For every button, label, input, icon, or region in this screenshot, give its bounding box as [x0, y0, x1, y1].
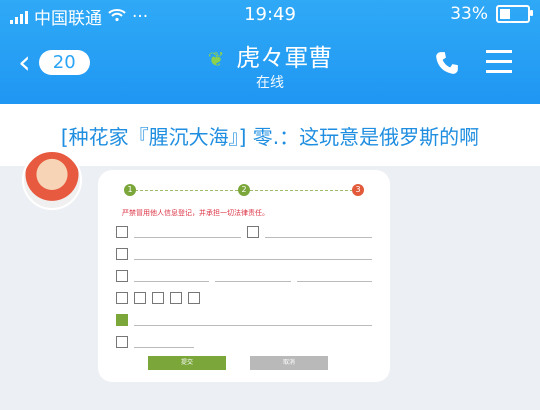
form-steps: 1 2 3: [116, 182, 372, 204]
leaf-icon: ❦: [207, 47, 225, 71]
form-field: [134, 249, 372, 260]
form-field: [134, 315, 372, 326]
battery-percent: 33%: [450, 4, 488, 24]
form-cancel-button: 取消: [250, 356, 328, 370]
heart-icon: [116, 292, 128, 304]
id-icon: [116, 248, 128, 260]
phone-icon[interactable]: [434, 50, 460, 76]
form-next-button: 提交: [148, 356, 226, 370]
form-field: [215, 271, 291, 282]
form-row: [116, 268, 372, 284]
step-3: 3: [352, 184, 364, 196]
form-field: [134, 227, 241, 238]
checked-checkbox-icon: [116, 314, 128, 326]
form-row: [116, 290, 372, 306]
form-buttons: 提交 取消: [148, 356, 372, 370]
checkbox-icon: [188, 292, 200, 304]
checkbox-icon: [134, 292, 146, 304]
group-message-banner[interactable]: [种花家『腥沉大海』] 零.：这玩意是俄罗斯的啊: [0, 104, 540, 166]
form-row: [116, 224, 372, 240]
info-icon: [116, 336, 128, 348]
status-right: 33%: [450, 4, 533, 24]
chat-title-text: 虎々軍曹: [236, 44, 333, 72]
image-message[interactable]: 1 2 3 严禁冒用他人信息登记，并承担一切法律责任。 提交 取消: [98, 170, 390, 382]
checkbox-icon: [170, 292, 182, 304]
status-bar: 中国联通 ··· 19:49 33%: [0, 0, 540, 30]
form-field: [296, 271, 372, 282]
phone-icon: [247, 226, 259, 238]
form-warning: 严禁冒用他人信息登记，并承担一切法律责任。: [122, 209, 269, 217]
form-field: [134, 337, 194, 348]
home-icon: [116, 270, 128, 282]
banner-text: [种花家『腥沉大海』] 零.：这玩意是俄罗斯的啊: [60, 124, 480, 149]
form-screenshot: 1 2 3 严禁冒用他人信息登记，并承担一切法律责任。 提交 取消: [116, 182, 372, 372]
battery-icon: [496, 5, 533, 23]
form-field: [265, 227, 372, 238]
checkbox-icon: [152, 292, 164, 304]
form-field: [134, 271, 210, 282]
step-2: 2: [238, 184, 250, 196]
avatar[interactable]: [22, 150, 82, 210]
person-icon: [116, 226, 128, 238]
menu-icon[interactable]: [486, 50, 512, 73]
top-bar: 中国联通 ··· 19:49 33% ‹ 20 ❦ 虎々軍曹 在线: [0, 0, 540, 104]
step-1: 1: [124, 184, 136, 196]
form-row: [116, 246, 372, 262]
form-row: [116, 312, 372, 328]
form-row: [116, 334, 372, 350]
